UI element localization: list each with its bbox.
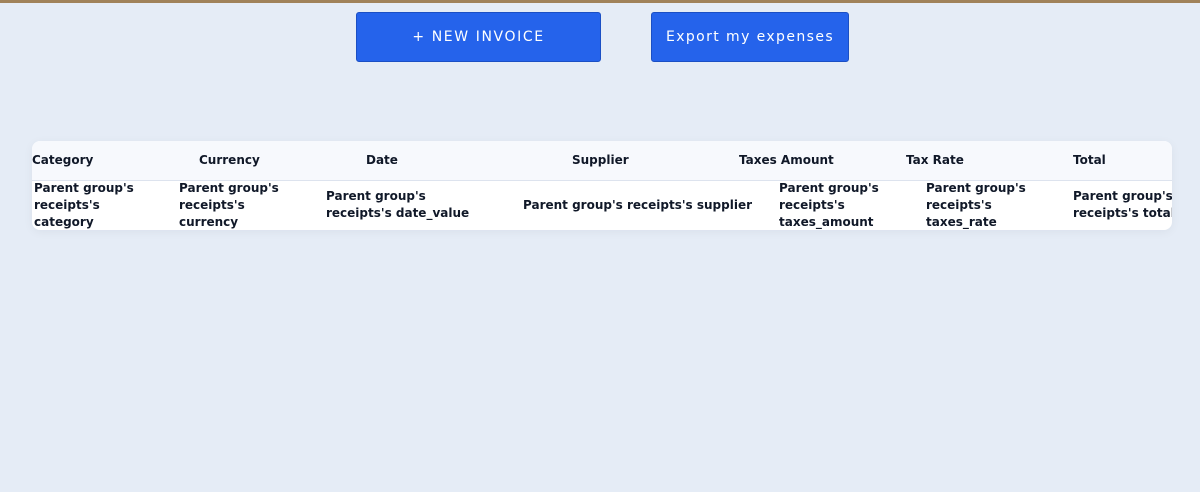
table-header: Category Currency Date Supplier Taxes Am… [32, 141, 1172, 181]
column-header-supplier[interactable]: Supplier [572, 153, 629, 167]
cell-supplier: Parent group's receipts's supplier [523, 198, 752, 212]
cell-taxes-amount: Parent group's receipts's taxes_amount [779, 181, 879, 229]
cell-category: Parent group's receipts's category [34, 181, 134, 229]
column-header-tax-rate[interactable]: Tax Rate [906, 153, 964, 167]
column-header-category[interactable]: Category [32, 153, 93, 167]
export-expenses-button[interactable]: Export my expenses [651, 12, 849, 62]
cell-currency: Parent group's receipts's currency [179, 181, 279, 229]
new-invoice-button[interactable]: + NEW INVOICE [356, 12, 601, 62]
cell-date: Parent group's receipts's date_value [326, 189, 470, 220]
column-header-taxes-amount[interactable]: Taxes Amount [739, 153, 834, 167]
column-header-date[interactable]: Date [366, 153, 398, 167]
receipts-table: Category Currency Date Supplier Taxes Am… [32, 141, 1172, 230]
column-header-total[interactable]: Total [1073, 153, 1106, 167]
column-header-currency[interactable]: Currency [199, 153, 260, 167]
cell-tax-rate: Parent group's receipts's taxes_rate [926, 181, 1026, 229]
cell-total: Parent group's receipts's total [1073, 189, 1172, 220]
top-border [0, 0, 1200, 3]
